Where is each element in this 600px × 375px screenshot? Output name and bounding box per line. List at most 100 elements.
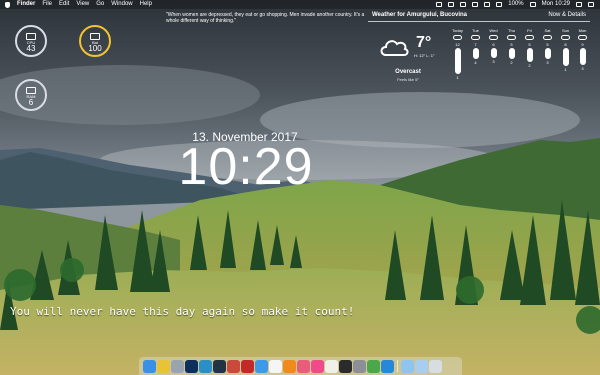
notification-center-icon[interactable]	[588, 2, 594, 7]
forecast-day-name: Sun	[561, 28, 570, 33]
forecast-temp-bar	[454, 48, 461, 74]
trash-icon[interactable]	[429, 359, 442, 373]
forecast-day: Mon 9 3	[575, 28, 590, 71]
forecast-high: 12	[455, 42, 460, 47]
cloud-icon	[578, 35, 587, 40]
weather-details-link[interactable]: Now & Details	[548, 11, 586, 19]
menu-window[interactable]: Window	[111, 0, 132, 9]
forecast-low: 1	[564, 67, 567, 72]
launchpad-icon[interactable]	[171, 359, 184, 373]
photoshop-icon[interactable]	[185, 359, 198, 373]
forecast-day: Sat 5 3	[540, 28, 555, 65]
forecast-day-name: Today	[452, 28, 463, 33]
desktop-clock: 10:29	[178, 138, 314, 196]
forecast-day-name: Fri	[527, 28, 532, 33]
forecast-day-name: Thu	[508, 28, 515, 33]
ram-icon	[26, 87, 36, 94]
forecast-temp-bar	[579, 48, 586, 65]
forecast-temp-bar	[472, 48, 479, 59]
forecast-high: 5	[546, 42, 549, 47]
apple-menu-icon[interactable]	[5, 1, 10, 8]
menubar-time-machine-icon[interactable]	[460, 2, 467, 7]
menu-bar: Finder File Edit View Go Window Help 100…	[0, 0, 600, 9]
forecast-day: Sun 8 1	[558, 28, 573, 72]
finder-icon[interactable]	[143, 359, 156, 373]
flag-icon[interactable]	[529, 2, 536, 7]
menu-go[interactable]: Go	[96, 0, 104, 9]
vlc-icon[interactable]	[283, 359, 296, 373]
chrome-icon[interactable]	[157, 359, 170, 373]
downloads-icon[interactable]	[415, 359, 428, 373]
menubar-clock[interactable]: Mon 10:29	[542, 0, 570, 9]
wifi-icon[interactable]	[484, 2, 491, 7]
forecast-low: 2	[528, 63, 531, 68]
forecast-day-name: Wed	[489, 28, 498, 33]
rain-icon	[489, 35, 498, 40]
volume-icon[interactable]	[496, 2, 503, 7]
console-icon[interactable]	[339, 359, 352, 373]
transmission-icon[interactable]	[241, 359, 254, 373]
forecast-temp-bar	[544, 48, 551, 59]
battery-gauge: Bat 100	[79, 25, 111, 57]
folder-icon[interactable]	[401, 359, 414, 373]
cpu-icon	[26, 33, 36, 40]
cloud-icon	[453, 35, 462, 40]
cpu-gauge: CPU 43	[15, 25, 47, 57]
search-icon[interactable]	[576, 2, 582, 7]
current-temperature: 7°	[416, 34, 432, 51]
forecast-high: 9	[581, 42, 584, 47]
menu-help[interactable]: Help	[140, 0, 152, 9]
battery-percent[interactable]: 100%	[508, 0, 523, 9]
forecast-temp-bar	[562, 48, 569, 66]
system-prefs-icon[interactable]	[353, 359, 366, 373]
app-menu-finder[interactable]: Finder	[17, 0, 35, 9]
forecast-day: Thu 5 2	[504, 28, 519, 65]
forecast-low: 4	[474, 60, 477, 65]
store-icon[interactable]	[381, 359, 394, 373]
forecast-temp-bar	[490, 48, 497, 58]
rain-icon	[543, 35, 552, 40]
menubar-cloud-icon[interactable]	[448, 2, 455, 7]
forecast-low: 3	[492, 59, 495, 64]
kodi-icon[interactable]	[199, 359, 212, 373]
weather-widget: Weather for Amurgului, Bucovina Now & De…	[368, 9, 590, 97]
desktop-motto: You will never have this day again so ma…	[10, 305, 355, 318]
terminal-icon[interactable]	[213, 359, 226, 373]
weather-condition: Overcast	[395, 69, 421, 75]
cloud-icon	[471, 35, 480, 40]
forecast-low: 3	[581, 66, 584, 71]
ram-value: 6	[28, 98, 34, 107]
utorrent-icon[interactable]	[367, 359, 380, 373]
safari-icon[interactable]	[255, 359, 268, 373]
photos-icon[interactable]	[297, 359, 310, 373]
menu-edit[interactable]: Edit	[59, 0, 69, 9]
sun-cloud-icon	[561, 35, 570, 40]
forecast-high: 5	[528, 42, 531, 47]
rain-icon	[507, 35, 516, 40]
menubar-status-icon[interactable]	[436, 2, 443, 7]
weather-feels-like: Feels like 5°	[397, 77, 419, 82]
forecast-day-name: Tue	[472, 28, 479, 33]
bluetooth-icon[interactable]	[472, 2, 479, 7]
forecast-day: Fri 5 2	[522, 28, 537, 68]
forecast-day-name: Sat	[544, 28, 551, 33]
weather-header: Weather for Amurgului, Bucovina Now & De…	[368, 9, 590, 22]
forecast-temp-bar	[526, 48, 533, 62]
forecast-low: 1	[456, 75, 459, 80]
textedit-icon[interactable]	[325, 359, 338, 373]
forecast-high: 7	[474, 42, 477, 47]
calendar-icon[interactable]	[269, 359, 282, 373]
itunes-icon[interactable]	[311, 359, 324, 373]
forecast-day: Wed 6 3	[486, 28, 501, 64]
battery-icon	[90, 33, 100, 40]
forecast-high: 8	[564, 42, 567, 47]
forecast-high: 5	[510, 42, 513, 47]
forecast-high: 6	[492, 42, 495, 47]
popcorn-icon[interactable]	[227, 359, 240, 373]
weather-location: Weather for Amurgului, Bucovina	[372, 12, 468, 18]
rain-icon	[525, 35, 534, 40]
forecast-day-name: Mon	[578, 28, 587, 33]
menu-file[interactable]: File	[42, 0, 52, 9]
battery-value: 100	[88, 44, 102, 53]
menu-view[interactable]: View	[76, 0, 89, 9]
